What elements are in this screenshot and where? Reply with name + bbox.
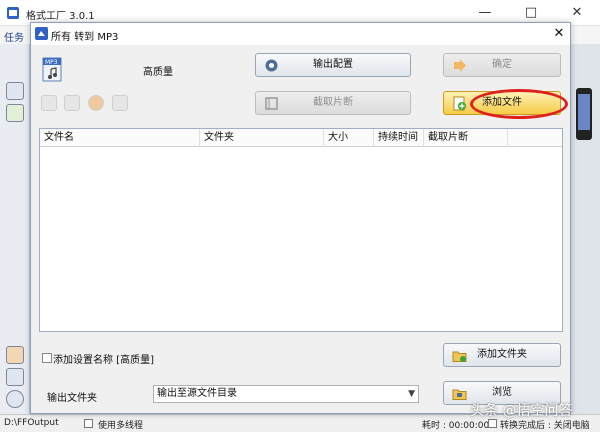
film-icon[interactable] bbox=[6, 82, 24, 100]
svg-text:MP3: MP3 bbox=[45, 59, 58, 66]
column-clip[interactable]: 截取片断 bbox=[424, 129, 508, 147]
column-folder[interactable]: 文件夹 bbox=[200, 129, 324, 147]
browse-icon bbox=[452, 389, 467, 400]
add-file-icon bbox=[453, 96, 466, 111]
highlight-annotation bbox=[470, 89, 568, 119]
multithread-label: 使用多线程 bbox=[98, 421, 144, 431]
clear-icon[interactable] bbox=[64, 95, 80, 111]
mp3-file-icon: MP3 bbox=[42, 57, 62, 82]
chevron-down-icon: ▼ bbox=[408, 389, 415, 399]
add-folder-label: 添加文件夹 bbox=[477, 349, 527, 360]
disc-icon[interactable] bbox=[6, 390, 24, 408]
add-folder-button[interactable]: 添加文件夹 bbox=[443, 343, 561, 367]
clip-button[interactable]: 截取片断 bbox=[255, 91, 411, 115]
ok-button[interactable]: 确定 bbox=[443, 53, 561, 77]
menu-task[interactable]: 任务 bbox=[4, 29, 24, 44]
column-filename[interactable]: 文件名 bbox=[40, 129, 200, 147]
output-folder-label: 输出文件夹 bbox=[47, 393, 97, 404]
info-icon[interactable] bbox=[112, 95, 128, 111]
quality-label: 高质量 bbox=[143, 67, 173, 78]
dialog-titlebar: 所有 转到 MP3 ✕ bbox=[31, 23, 570, 45]
after-convert-checkbox[interactable] bbox=[488, 419, 497, 428]
film-clip-icon bbox=[265, 97, 278, 110]
window-title: 格式工厂 3.0.1 bbox=[26, 11, 95, 22]
column-duration[interactable]: 持续时间 bbox=[374, 129, 424, 147]
arrow-right-icon bbox=[454, 59, 466, 72]
gear-icon bbox=[265, 59, 278, 72]
output-path: D:\FFOutput bbox=[4, 418, 59, 428]
add-setting-label: 添加设置名称 [高质量] bbox=[53, 355, 154, 366]
dialog-close-button[interactable]: ✕ bbox=[549, 24, 569, 44]
clip-label: 截取片断 bbox=[313, 97, 353, 108]
music-icon[interactable] bbox=[6, 104, 24, 122]
file-list[interactable]: 文件名 文件夹 大小 持续时间 截取片断 bbox=[39, 128, 563, 332]
multithread-checkbox[interactable] bbox=[84, 419, 93, 428]
add-folder-icon bbox=[452, 351, 467, 362]
column-size[interactable]: 大小 bbox=[324, 129, 374, 147]
play-icon[interactable] bbox=[88, 95, 104, 111]
app-icon bbox=[7, 7, 19, 19]
ok-label: 确定 bbox=[492, 59, 512, 70]
dialog-title: 所有 转到 MP3 bbox=[51, 32, 119, 43]
output-folder-select[interactable]: 输出至源文件目录 ▼ bbox=[153, 385, 419, 403]
format-icon bbox=[35, 27, 48, 40]
device-icon bbox=[576, 88, 592, 140]
left-sidebar bbox=[0, 44, 30, 420]
image-icon[interactable] bbox=[6, 346, 24, 364]
add-setting-checkbox[interactable] bbox=[42, 353, 52, 363]
file-list-header: 文件名 文件夹 大小 持续时间 截取片断 bbox=[40, 129, 562, 147]
browse-label: 浏览 bbox=[492, 387, 512, 398]
convert-dialog: 所有 转到 MP3 ✕ MP3 高质量 输出配置 确定 截取片断 添加文件 文件… bbox=[30, 22, 571, 414]
drive-icon[interactable] bbox=[6, 368, 24, 386]
output-config-label: 输出配置 bbox=[313, 59, 353, 70]
watermark: 头条 @悟空问答 bbox=[470, 403, 573, 419]
output-folder-value: 输出至源文件目录 bbox=[157, 388, 237, 399]
remove-icon[interactable] bbox=[41, 95, 57, 111]
output-config-button[interactable]: 输出配置 bbox=[255, 53, 411, 77]
